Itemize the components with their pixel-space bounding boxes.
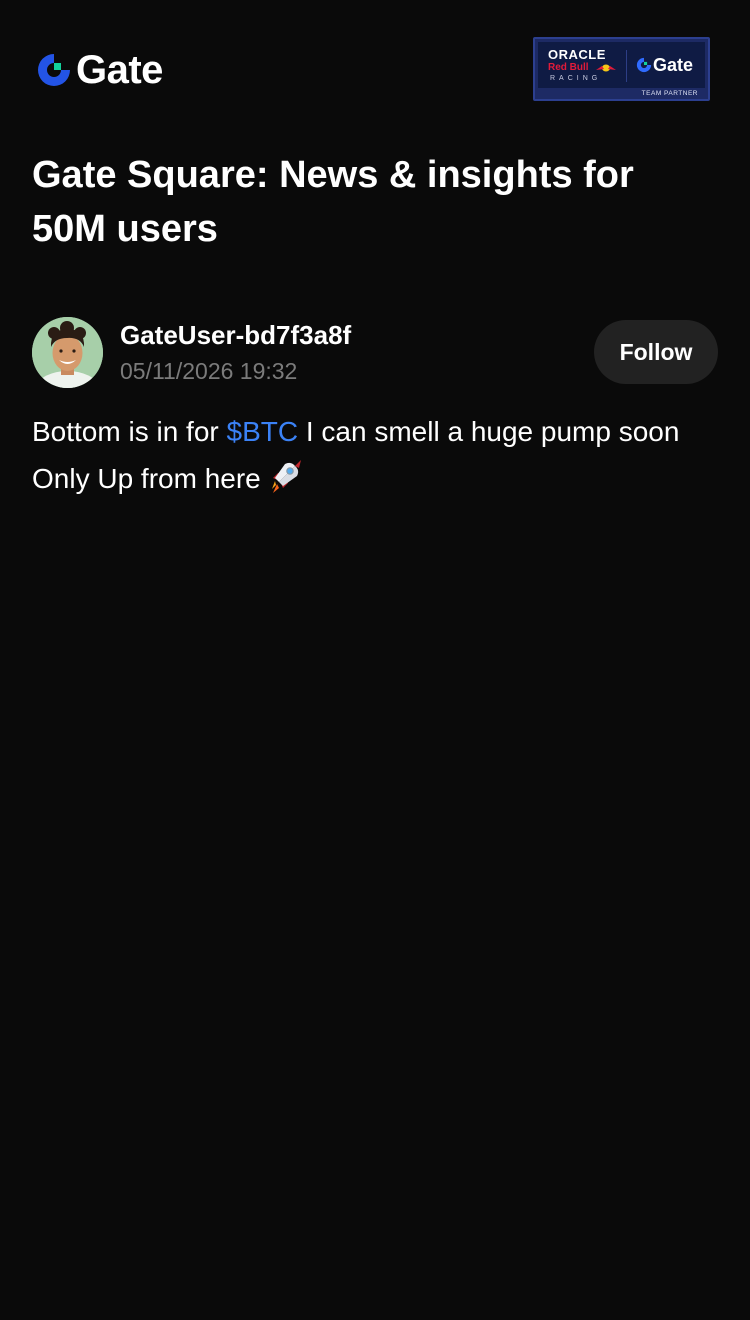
ticker-link-btc[interactable]: $BTC (227, 416, 299, 447)
partner-badge-panel: ORACLE Red Bull RACING Gate (538, 42, 705, 88)
badge-gate-text: Gate (653, 55, 694, 75)
author-name[interactable]: GateUser-bd7f3a8f (120, 318, 351, 352)
post-timestamp: 05/11/2026 19:32 (120, 358, 298, 384)
oracle-wordmark: ORACLE (548, 47, 606, 62)
rocket-icon (271, 460, 301, 493)
page-title: Gate Square: News & insights for 50M use… (32, 154, 634, 250)
gate-logo-icon (38, 54, 70, 86)
team-partner-label: TEAM PARTNER (641, 90, 698, 97)
avatar[interactable] (32, 317, 103, 388)
avatar-image (32, 317, 103, 388)
gate-logo-text: Gate (76, 48, 163, 92)
oracle-redbull-partner-badge[interactable]: ORACLE Red Bull RACING Gate TEAM PARTNER (533, 37, 710, 101)
follow-button[interactable]: Follow (594, 320, 718, 384)
gate-logo[interactable]: Gate (36, 50, 163, 90)
redbull-bulls-icon (596, 64, 616, 72)
racing-wordmark: RACING (550, 75, 602, 82)
header: Gate ORACLE Red Bull RACING Gate TEAM PA… (0, 0, 750, 130)
badge-divider (626, 50, 627, 82)
author-row: GateUser-bd7f3a8f 05/11/2026 19:32 Follo… (32, 316, 718, 388)
post-text-before: Bottom is in for (32, 416, 227, 447)
redbull-wordmark: Red Bull (548, 62, 589, 73)
post-body: Bottom is in for $BTC I can smell a huge… (32, 408, 712, 502)
badge-gate-icon (636, 57, 652, 73)
page: Gate ORACLE Red Bull RACING Gate TEAM PA… (0, 0, 750, 1320)
badge-gate-logo: Gate (636, 56, 693, 74)
